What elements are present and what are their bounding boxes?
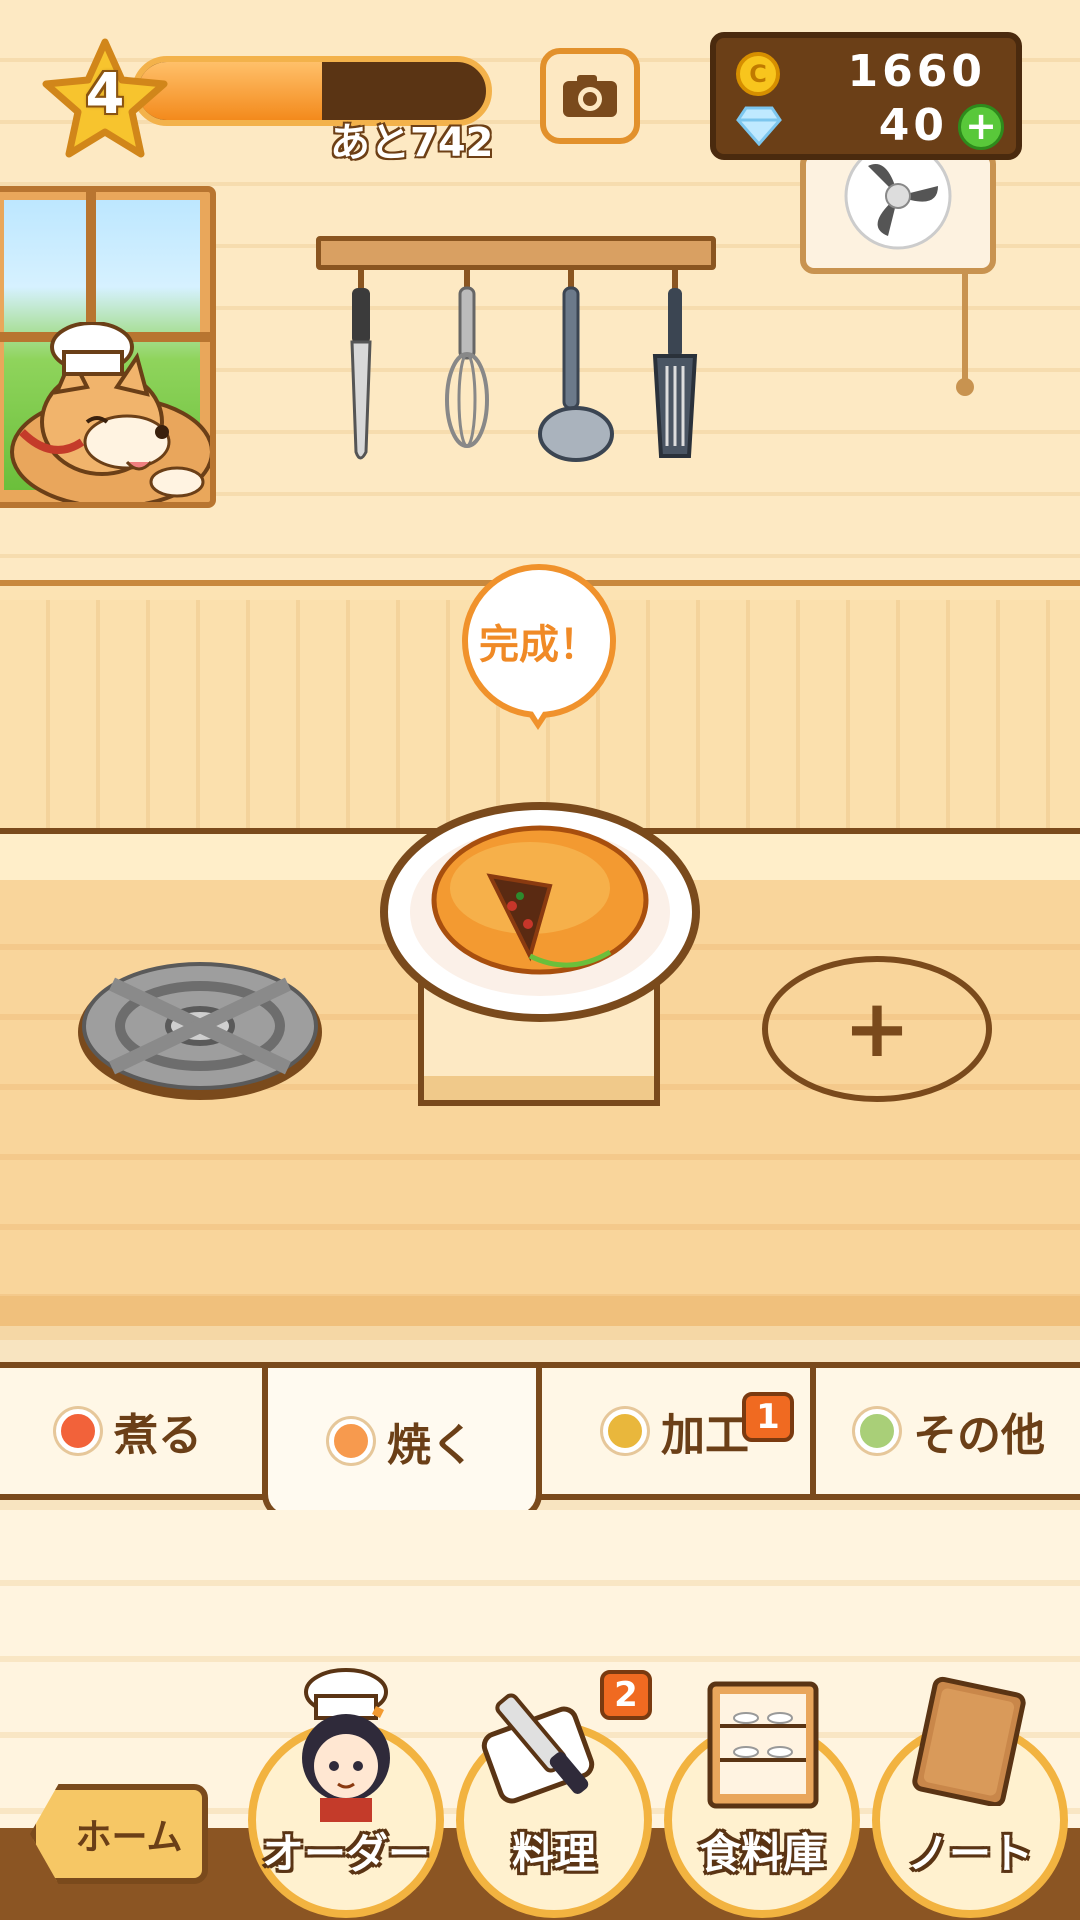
- coin-count: 1660: [847, 46, 986, 97]
- meat-pie-icon: [431, 825, 649, 975]
- nav-order-label: オーダー: [261, 1829, 430, 1878]
- nav-note-label: ノート: [906, 1829, 1033, 1878]
- bake-dot-icon: [329, 1419, 373, 1463]
- camera-button[interactable]: [540, 48, 640, 144]
- tab-process-badge: 1: [742, 1392, 794, 1442]
- gem-count: 40: [878, 100, 948, 151]
- tab-bake[interactable]: 焼く: [262, 1362, 542, 1520]
- camera-icon: [563, 75, 617, 117]
- home-button[interactable]: ホーム: [30, 1784, 208, 1884]
- boil-dot-icon: [56, 1409, 100, 1453]
- notebook-icon: [912, 1676, 1026, 1806]
- nav-cook-label: 料理: [511, 1829, 596, 1878]
- whisk-icon: [445, 266, 489, 448]
- xp-remaining-text: あと742: [330, 120, 494, 166]
- fan-cord: [962, 274, 968, 384]
- gas-burner[interactable]: [72, 954, 328, 1104]
- currency-panel: C 1660 40 +: [710, 32, 1022, 160]
- complete-bubble[interactable]: 完成！: [462, 564, 616, 718]
- add-station-button[interactable]: +: [762, 956, 992, 1102]
- bubble-tail-inner: [528, 704, 548, 720]
- process-dot-icon: [603, 1409, 647, 1453]
- chef-girl-icon: [302, 1668, 390, 1822]
- kitchen-window: [0, 186, 216, 508]
- complete-text: 完成！: [479, 622, 599, 668]
- coin-icon: C: [736, 52, 780, 96]
- tab-boil-label: 煮る: [114, 1410, 202, 1461]
- other-dot-icon: [855, 1409, 899, 1453]
- finished-dish[interactable]: [380, 796, 700, 1022]
- knife-icon: [350, 266, 372, 460]
- diamond-icon: [736, 106, 782, 146]
- fan-icon: [844, 156, 952, 250]
- nav-pantry-label: 食料庫: [698, 1829, 825, 1878]
- tab-other[interactable]: その他: [810, 1362, 1080, 1500]
- spatula-icon: [652, 266, 698, 458]
- ladle-icon: [538, 266, 614, 462]
- utensil-rack: [316, 236, 716, 270]
- tab-bake-label: 焼く: [387, 1420, 475, 1471]
- level-number: 4: [85, 62, 125, 127]
- fan-cord-pull[interactable]: [956, 378, 974, 396]
- hanging-utensils: [350, 266, 698, 462]
- tab-other-label: その他: [913, 1410, 1045, 1461]
- tab-process-label: 加工: [661, 1410, 749, 1461]
- tab-boil[interactable]: 煮る: [0, 1362, 268, 1500]
- nav-cook-badge: 2: [600, 1670, 652, 1720]
- home-label: ホーム: [75, 1817, 183, 1858]
- pantry-shelf-icon: [707, 1681, 819, 1809]
- ventilation-fan: [800, 150, 996, 274]
- buy-gems-button[interactable]: +: [958, 104, 1004, 150]
- plus-icon: +: [843, 982, 911, 1075]
- plate-stand-front: [418, 1076, 660, 1106]
- shiba-chef-icon[interactable]: [2, 322, 216, 508]
- tabs-top-edge: [0, 1326, 1080, 1340]
